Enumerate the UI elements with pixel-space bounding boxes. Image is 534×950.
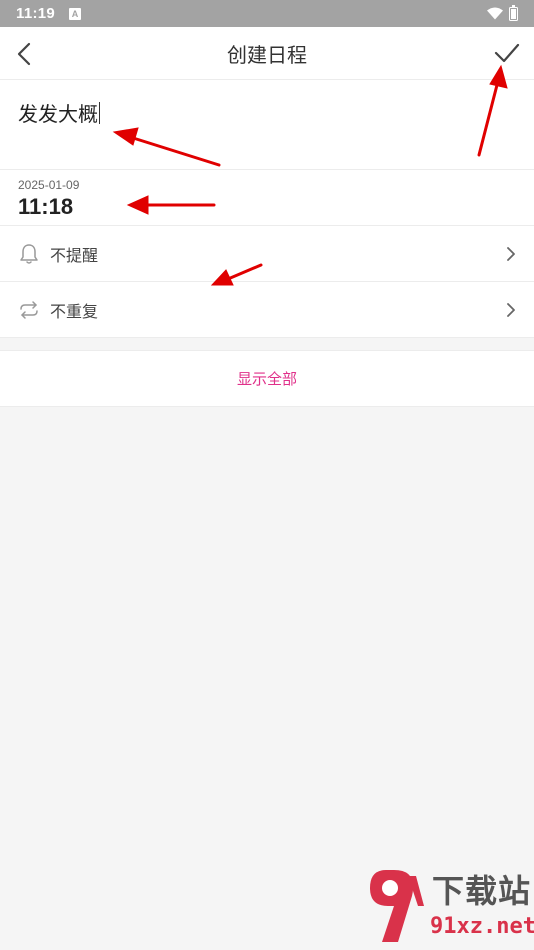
schedule-title-input[interactable]: 发发大概 <box>18 98 100 127</box>
status-indicators <box>487 4 518 21</box>
check-icon[interactable] <box>494 41 520 65</box>
repeat-row[interactable]: 不重复 <box>0 282 534 338</box>
notification-icon: A <box>69 7 82 20</box>
watermark-url: 91xz.net <box>430 914 534 939</box>
reminder-row[interactable]: 不提醒 <box>0 226 534 282</box>
watermark-text: 下载站 <box>432 872 532 910</box>
datetime-picker[interactable]: 2025-01-09 11:18 <box>0 170 534 226</box>
text-caret <box>99 101 100 124</box>
battery-icon <box>509 4 518 21</box>
watermark: 下载站 91xz.net <box>364 860 534 950</box>
page-title: 创建日程 <box>227 42 307 67</box>
repeat-label: 不重复 <box>50 301 99 321</box>
chevron-right-icon <box>507 302 515 317</box>
schedule-title-text: 发发大概 <box>18 102 98 126</box>
status-time: 11:19 <box>16 5 56 22</box>
show-all-label: 显示全部 <box>236 370 297 388</box>
schedule-time: 11:18 <box>18 194 74 219</box>
back-icon[interactable] <box>14 41 36 67</box>
wifi-icon <box>487 7 503 20</box>
reminder-label: 不提醒 <box>50 245 99 265</box>
schedule-title-section[interactable]: 发发大概 <box>0 80 534 170</box>
nav-bar: 创建日程 <box>0 27 534 80</box>
status-bar: 11:19 A <box>0 0 534 27</box>
show-all-button[interactable]: 显示全部 <box>0 350 534 407</box>
watermark-logo-icon <box>370 870 424 942</box>
chevron-right-icon <box>507 246 515 261</box>
schedule-date: 2025-01-09 <box>18 178 80 192</box>
bell-icon <box>20 243 38 264</box>
repeat-icon <box>20 300 38 319</box>
